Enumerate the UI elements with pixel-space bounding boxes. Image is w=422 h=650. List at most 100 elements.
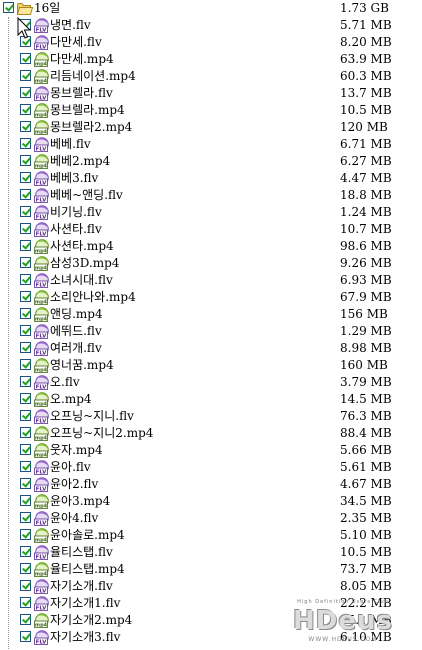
file-checkbox[interactable] xyxy=(20,512,31,523)
svg-text:FLV: FLV xyxy=(36,96,48,102)
flv-file-icon: FLV xyxy=(34,86,49,102)
file-row[interactable]: mp4 오프닝~지니2.mp4 88.4 MB xyxy=(0,425,422,442)
file-checkbox[interactable] xyxy=(20,308,31,319)
file-list: FLV 냉면.flv 5.71 MB FLV 다만세.flv 8.20 MB mp4 다만세.… xyxy=(0,17,422,646)
file-checkbox[interactable] xyxy=(20,189,31,200)
file-row[interactable]: FLV 냉면.flv 5.71 MB xyxy=(0,17,422,34)
file-row[interactable]: FLV 다만세.flv 8.20 MB xyxy=(0,34,422,51)
file-checkbox[interactable] xyxy=(20,121,31,132)
flv-file-icon: FLV xyxy=(34,579,49,595)
file-checkbox[interactable] xyxy=(20,546,31,557)
file-row[interactable]: FLV 비기닝.flv 1.24 MB xyxy=(0,204,422,221)
file-checkbox[interactable] xyxy=(20,580,31,591)
file-checkbox[interactable] xyxy=(20,257,31,268)
svg-text:FLV: FLV xyxy=(36,606,48,612)
file-name: 웃자.mp4 xyxy=(50,443,103,457)
file-checkbox[interactable] xyxy=(20,359,31,370)
svg-text:FLV: FLV xyxy=(36,419,48,425)
file-checkbox[interactable] xyxy=(20,529,31,540)
file-checkbox[interactable] xyxy=(20,223,31,234)
file-row[interactable]: mp4 율티스탭.mp4 73.7 MB xyxy=(0,561,422,578)
file-row[interactable]: FLV 윤아4.flv 2.35 MB xyxy=(0,510,422,527)
file-row[interactable]: FLV 오프닝~지니.flv 76.3 MB xyxy=(0,408,422,425)
file-checkbox[interactable] xyxy=(20,410,31,421)
file-row[interactable]: mp4 리듬네이션.mp4 60.3 MB xyxy=(0,68,422,85)
file-name: 윤아솔로.mp4 xyxy=(50,528,125,542)
file-row[interactable]: FLV 율티스탭.flv 10.5 MB xyxy=(0,544,422,561)
folder-size: 1.73 GB xyxy=(340,1,389,15)
file-checkbox[interactable] xyxy=(20,631,31,642)
file-row[interactable]: mp4 삼성3D.mp4 9.26 MB xyxy=(0,255,422,272)
file-row[interactable]: mp4 웃자.mp4 5.66 MB xyxy=(0,442,422,459)
mp4-file-icon: mp4 xyxy=(34,358,49,374)
file-checkbox[interactable] xyxy=(20,614,31,625)
file-checkbox[interactable] xyxy=(20,53,31,64)
file-name: 사션타.mp4 xyxy=(50,239,114,253)
mp4-file-icon: mp4 xyxy=(34,392,49,408)
file-row[interactable]: FLV 윤아2.flv 4.67 MB xyxy=(0,476,422,493)
svg-text:mp4: mp4 xyxy=(35,623,48,629)
file-row[interactable]: FLV 베베3.flv 4.47 MB xyxy=(0,170,422,187)
folder-checkbox[interactable] xyxy=(3,2,14,13)
file-row[interactable]: mp4 영너꿈.mp4 160 MB xyxy=(0,357,422,374)
mp4-file-icon: mp4 xyxy=(34,443,49,459)
file-checkbox[interactable] xyxy=(20,495,31,506)
file-row[interactable]: FLV 오.flv 3.79 MB xyxy=(0,374,422,391)
file-name: 오.mp4 xyxy=(50,392,92,406)
file-checkbox[interactable] xyxy=(20,393,31,404)
file-row[interactable]: mp4 소리안나와.mp4 67.9 MB xyxy=(0,289,422,306)
file-row[interactable]: mp4 베베2.mp4 6.27 MB xyxy=(0,153,422,170)
folder-open-icon xyxy=(17,3,33,15)
file-size: 88.4 MB xyxy=(340,426,392,440)
file-row[interactable]: mp4 오.mp4 14.5 MB xyxy=(0,391,422,408)
file-checkbox[interactable] xyxy=(20,87,31,98)
file-checkbox[interactable] xyxy=(20,461,31,472)
file-row[interactable]: mp4 윤아솔로.mp4 5.10 MB xyxy=(0,527,422,544)
mp4-file-icon: mp4 xyxy=(34,103,49,119)
svg-text:FLV: FLV xyxy=(36,555,48,561)
file-row[interactable]: FLV 윤아.flv 5.61 MB xyxy=(0,459,422,476)
file-name: 영너꿈.mp4 xyxy=(50,358,114,372)
file-checkbox[interactable] xyxy=(20,376,31,387)
file-row[interactable]: FLV 사션타.flv 10.7 MB xyxy=(0,221,422,238)
file-row[interactable]: mp4 윤아3.mp4 34.5 MB xyxy=(0,493,422,510)
file-checkbox[interactable] xyxy=(20,342,31,353)
file-row[interactable]: mp4 다만세.mp4 63.9 MB xyxy=(0,51,422,68)
file-row[interactable]: FLV 에뛰드.flv 1.29 MB xyxy=(0,323,422,340)
file-checkbox[interactable] xyxy=(20,274,31,285)
file-row[interactable]: mp4 몽브렐라.mp4 10.5 MB xyxy=(0,102,422,119)
file-checkbox[interactable] xyxy=(20,155,31,166)
file-checkbox[interactable] xyxy=(20,597,31,608)
file-checkbox[interactable] xyxy=(20,291,31,302)
file-row[interactable]: FLV 몽브렐라.flv 13.7 MB xyxy=(0,85,422,102)
file-checkbox[interactable] xyxy=(20,444,31,455)
svg-text:mp4: mp4 xyxy=(35,436,48,442)
svg-text:FLV: FLV xyxy=(36,198,48,204)
file-row[interactable]: FLV 여러개.flv 8.98 MB xyxy=(0,340,422,357)
file-row[interactable]: mp4 몽브렐라2.mp4 120 MB xyxy=(0,119,422,136)
mp4-file-icon: mp4 xyxy=(34,120,49,136)
folder-row[interactable]: 16일 1.73 GB xyxy=(0,0,422,17)
flv-file-icon: FLV xyxy=(34,596,49,612)
file-row[interactable]: FLV 베베.flv 6.71 MB xyxy=(0,136,422,153)
mp4-file-icon: mp4 xyxy=(34,613,49,629)
file-checkbox[interactable] xyxy=(20,138,31,149)
file-row[interactable]: FLV 베베~앤딩.flv 18.8 MB xyxy=(0,187,422,204)
file-checkbox[interactable] xyxy=(20,206,31,217)
file-name: 율티스탭.flv xyxy=(50,545,113,559)
file-checkbox[interactable] xyxy=(20,563,31,574)
file-checkbox[interactable] xyxy=(20,104,31,115)
file-size: 120 MB xyxy=(340,120,388,134)
file-checkbox[interactable] xyxy=(20,478,31,489)
file-size: 156 MB xyxy=(340,307,388,321)
flv-file-icon: FLV xyxy=(34,409,49,425)
file-row[interactable]: FLV 소녀시대.flv 6.93 MB xyxy=(0,272,422,289)
file-checkbox[interactable] xyxy=(20,325,31,336)
file-checkbox[interactable] xyxy=(20,427,31,438)
file-checkbox[interactable] xyxy=(20,70,31,81)
svg-text:FLV: FLV xyxy=(36,28,48,34)
file-checkbox[interactable] xyxy=(20,172,31,183)
file-checkbox[interactable] xyxy=(20,240,31,251)
file-row[interactable]: mp4 앤딩.mp4 156 MB xyxy=(0,306,422,323)
file-row[interactable]: mp4 사션타.mp4 98.6 MB xyxy=(0,238,422,255)
